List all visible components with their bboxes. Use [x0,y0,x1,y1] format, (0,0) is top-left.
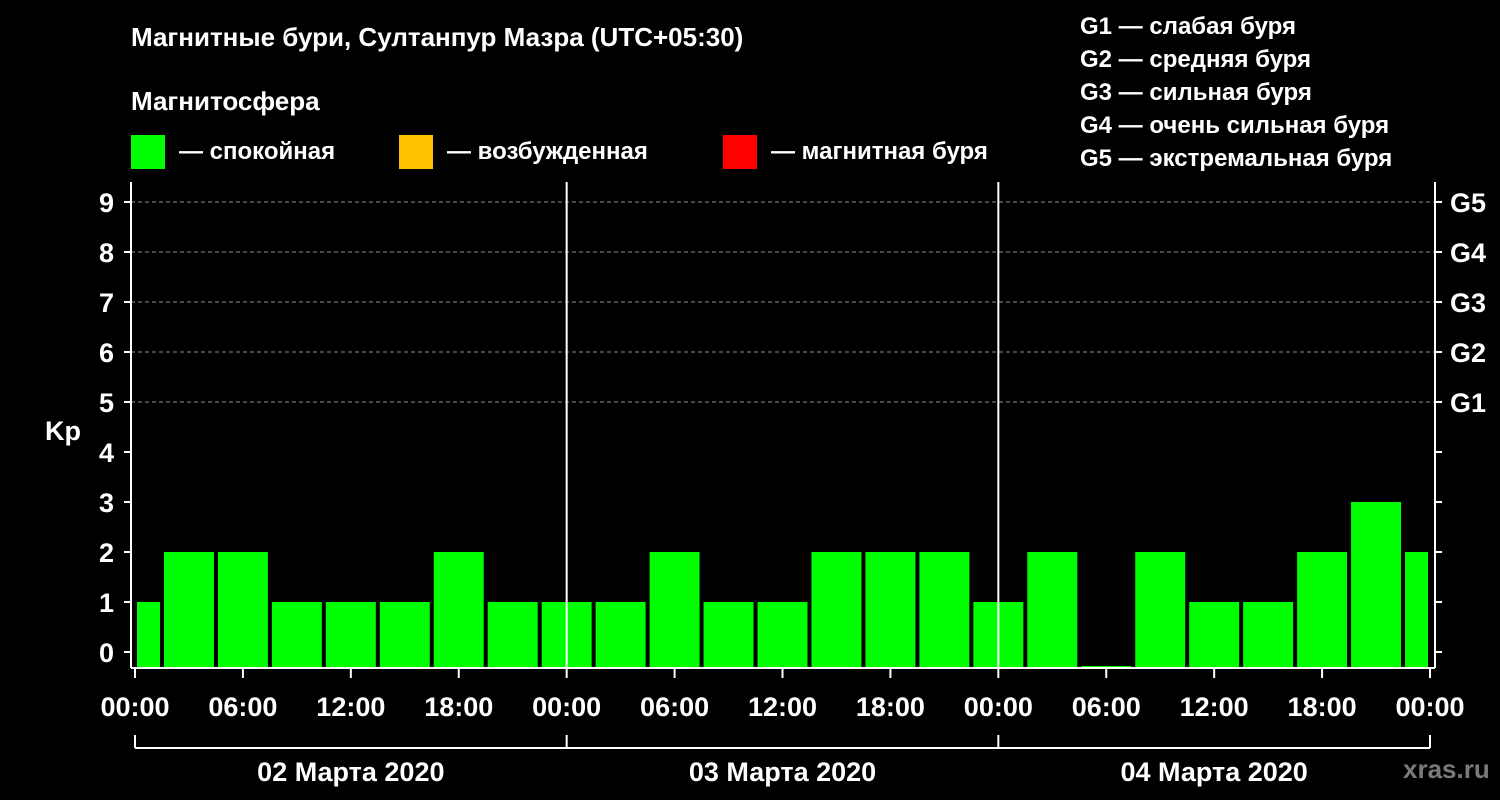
x-tick-label-10: 12:00 [1180,692,1249,722]
x-tick-label-12: 00:00 [1395,692,1464,722]
kp-bar-9 [595,602,646,668]
x-tick-label-0: 00:00 [100,692,169,722]
kp-bar-10 [649,552,700,668]
x-tick-label-9: 06:00 [1072,692,1141,722]
kp-bar-0 [137,602,160,668]
y-tick-label-6: 6 [99,338,114,368]
kp-bar-3 [271,602,322,668]
y-tick-label-7: 7 [99,288,114,318]
y-tick-label-1: 1 [99,588,114,618]
y-tick-label-9: 9 [99,188,114,218]
kp-bar-14 [865,552,916,668]
x-tick-label-11: 18:00 [1288,692,1357,722]
kp-bar-22 [1297,552,1348,668]
y-tick-label-3: 3 [99,488,114,518]
x-tick-label-5: 06:00 [640,692,709,722]
right-tick-label-G4: G4 [1450,238,1486,268]
x-tick-label-2: 12:00 [316,692,385,722]
kp-bar-6 [433,552,484,668]
kp-bar-17 [1027,552,1078,668]
y-tick-label-8: 8 [99,238,114,268]
x-tick-label-8: 00:00 [964,692,1033,722]
kp-bar-11 [703,602,754,668]
kp-bar-19 [1135,552,1186,668]
day-label-1: 03 Марта 2020 [689,757,876,787]
kp-bar-13 [811,552,862,668]
y-axis-label: Kp [45,416,81,446]
x-tick-label-1: 06:00 [208,692,277,722]
kp-bar-2 [217,552,268,668]
x-tick-label-6: 12:00 [748,692,817,722]
kp-bar-7 [487,602,538,668]
y-tick-label-5: 5 [99,388,114,418]
right-tick-label-G3: G3 [1450,288,1486,318]
day-label-2: 04 Марта 2020 [1121,757,1308,787]
kp-bar-4 [325,602,376,668]
right-tick-label-G2: G2 [1450,338,1486,368]
kp-bar-21 [1243,602,1294,668]
kp-bar-24 [1405,552,1428,668]
y-tick-label-2: 2 [99,538,114,568]
day-label-0: 02 Марта 2020 [257,757,444,787]
right-tick-label-G5: G5 [1450,188,1486,218]
y-tick-label-4: 4 [99,438,114,468]
right-tick-label-G1: G1 [1450,388,1486,418]
kp-bar-12 [757,602,808,668]
kp-bar-5 [379,602,430,668]
watermark: xras.ru [1403,754,1490,784]
kp-bar-1 [163,552,214,668]
y-tick-label-0: 0 [99,638,114,668]
x-tick-label-3: 18:00 [424,692,493,722]
kp-bar-20 [1189,602,1240,668]
x-tick-label-7: 18:00 [856,692,925,722]
kp-bar-15 [919,552,970,668]
x-tick-label-4: 00:00 [532,692,601,722]
kp-chart: 0 1 2 3 4 5 6 7 8 9 G1 G2 G3 G4 G5 Kp 00:00 06:00 12:00 18:… [45,182,1486,787]
kp-bar-23 [1351,502,1402,668]
